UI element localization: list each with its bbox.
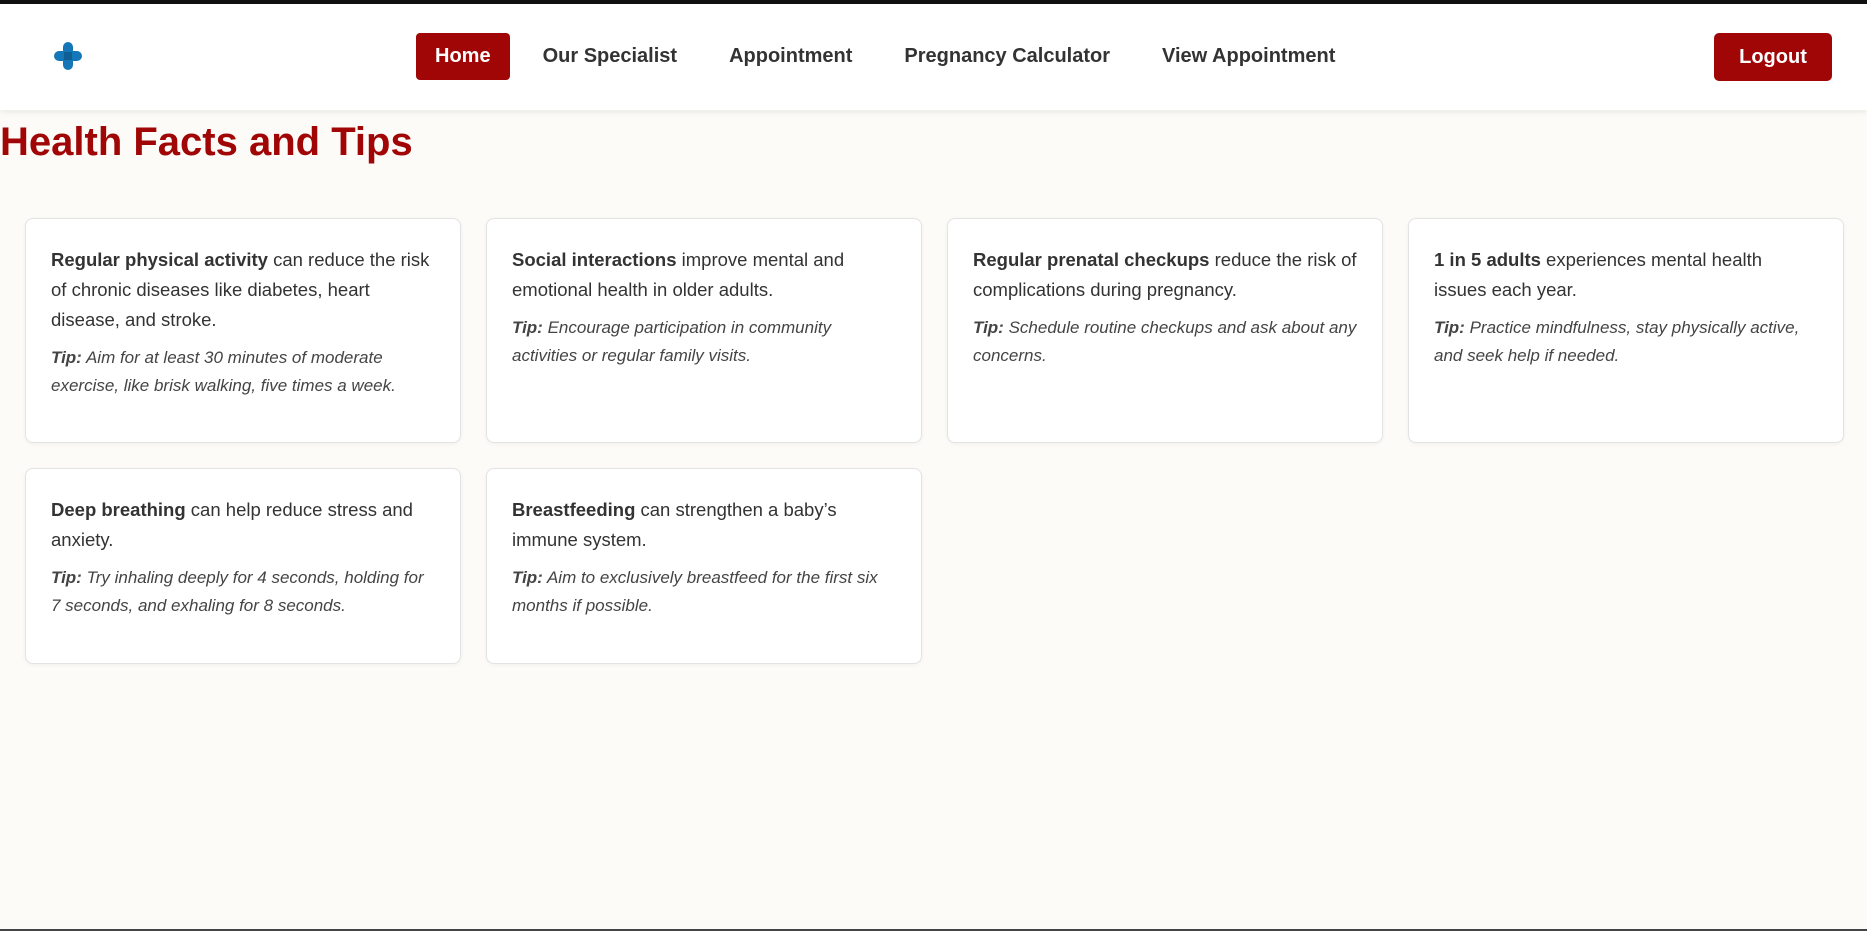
fact-card: Breastfeeding can strengthen a baby’s im… (486, 468, 922, 664)
tip-label: Tip: (51, 568, 82, 587)
fact-text: Regular prenatal checkups reduce the ris… (973, 245, 1357, 305)
nav-appointment[interactable]: Appointment (710, 33, 871, 80)
tip-text: Tip: Aim for at least 30 minutes of mode… (51, 344, 435, 400)
fact-text: Breastfeeding can strengthen a baby’s im… (512, 495, 896, 555)
tip-text: Tip: Try inhaling deeply for 4 seconds, … (51, 564, 435, 620)
fact-highlight: Breastfeeding (512, 499, 636, 520)
tip-text: Tip: Practice mindfulness, stay physical… (1434, 314, 1818, 370)
main-nav: Home Our Specialist Appointment Pregnanc… (416, 33, 1354, 80)
tip-body: Schedule routine checkups and ask about … (973, 318, 1357, 365)
tip-body: Try inhaling deeply for 4 seconds, holdi… (51, 568, 424, 615)
logout-button[interactable]: Logout (1714, 33, 1832, 81)
fact-highlight: 1 in 5 adults (1434, 249, 1541, 270)
tip-label: Tip: (973, 318, 1004, 337)
tip-body: Aim for at least 30 minutes of moderate … (51, 348, 396, 395)
tip-body: Encourage participation in community act… (512, 318, 832, 365)
fact-card: 1 in 5 adults experiences mental health … (1408, 218, 1844, 443)
tip-body: Practice mindfulness, stay physically ac… (1434, 318, 1800, 365)
nav-our-specialist[interactable]: Our Specialist (524, 33, 697, 80)
fact-card: Regular physical activity can reduce the… (25, 218, 461, 443)
tip-text: Tip: Encourage participation in communit… (512, 314, 896, 370)
fact-highlight: Deep breathing (51, 499, 186, 520)
fact-highlight: Social interactions (512, 249, 677, 270)
tip-label: Tip: (512, 318, 543, 337)
tip-label: Tip: (51, 348, 82, 367)
fact-card: Social interactions improve mental and e… (486, 218, 922, 443)
fact-card: Deep breathing can help reduce stress an… (25, 468, 461, 664)
nav-home[interactable]: Home (416, 33, 510, 80)
fact-text: Social interactions improve mental and e… (512, 245, 896, 305)
nav-view-appointment[interactable]: View Appointment (1143, 33, 1354, 80)
tip-label: Tip: (1434, 318, 1465, 337)
facts-grid: Regular physical activity can reduce the… (25, 218, 1845, 664)
fact-text: Deep breathing can help reduce stress an… (51, 495, 435, 555)
tip-text: Tip: Aim to exclusively breastfeed for t… (512, 564, 896, 620)
fact-highlight: Regular physical activity (51, 249, 268, 270)
tip-body: Aim to exclusively breastfeed for the fi… (512, 568, 878, 615)
fact-text: Regular physical activity can reduce the… (51, 245, 435, 335)
nav-pregnancy-calculator[interactable]: Pregnancy Calculator (885, 33, 1129, 80)
fact-text: 1 in 5 adults experiences mental health … (1434, 245, 1818, 305)
medical-cross-icon[interactable] (51, 39, 85, 73)
tip-text: Tip: Schedule routine checkups and ask a… (973, 314, 1357, 370)
top-navbar: Home Our Specialist Appointment Pregnanc… (0, 4, 1867, 110)
tip-label: Tip: (512, 568, 543, 587)
fact-card: Regular prenatal checkups reduce the ris… (947, 218, 1383, 443)
fact-highlight: Regular prenatal checkups (973, 249, 1210, 270)
page-title: Health Facts and Tips (0, 120, 413, 164)
